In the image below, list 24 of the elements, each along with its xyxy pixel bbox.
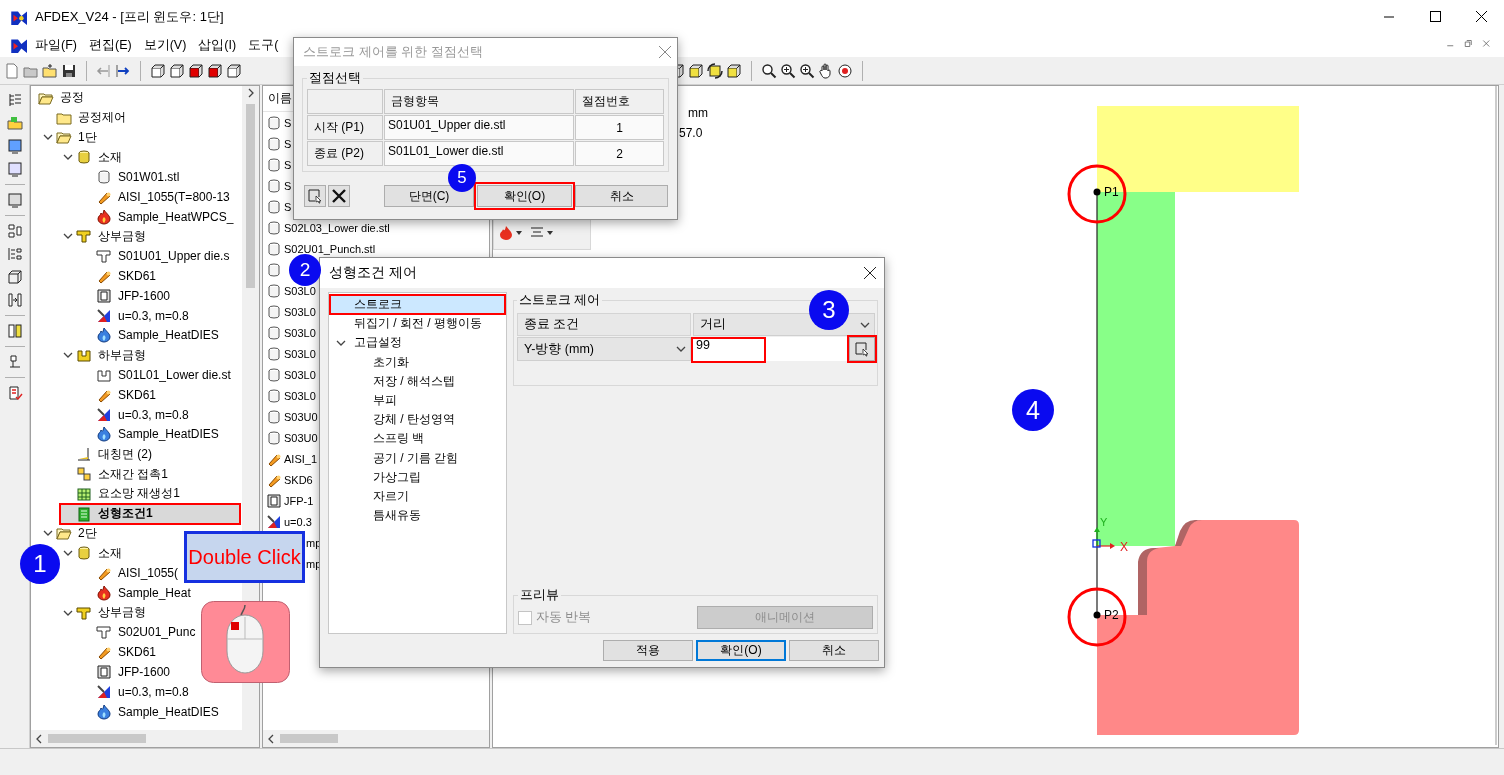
checkbox-label: 자동 반복: [536, 609, 592, 626]
row-header: 시작 (P1): [307, 115, 383, 140]
group-title: 절점선택: [308, 70, 362, 87]
axis-label: Y: [1100, 516, 1108, 528]
group-title: 스트로크 제어: [518, 292, 602, 309]
axis-label: X: [1120, 540, 1128, 554]
value-text: 57.0: [679, 126, 703, 140]
point-label: P2: [1104, 608, 1119, 622]
column-header: 금형항목: [384, 89, 574, 114]
dialog-title: 성형조건 제어: [329, 264, 418, 282]
column-header: 절점번호: [575, 89, 664, 114]
table-cell: 1: [575, 115, 664, 140]
window-title: AFDEX_V24 - [프리 윈도우: 1단]: [35, 7, 225, 26]
group-title: 프리뷰: [519, 587, 560, 604]
field-label: 종료 조건: [517, 313, 691, 336]
table-cell: 2: [575, 141, 664, 166]
point-label: P1: [1104, 185, 1119, 199]
row-header: 종료 (P2): [307, 141, 383, 166]
step-marker: 1: [20, 544, 60, 584]
dialog-title: 스트로크 제어를 위한 절점선택: [303, 43, 484, 61]
table-cell: S01L01_Lower die.stl: [384, 141, 574, 166]
table-cell: S01U01_Upper die.stl: [384, 115, 574, 140]
unit-label: mm: [688, 106, 708, 120]
double-click-callout: Double Click: [184, 531, 305, 583]
